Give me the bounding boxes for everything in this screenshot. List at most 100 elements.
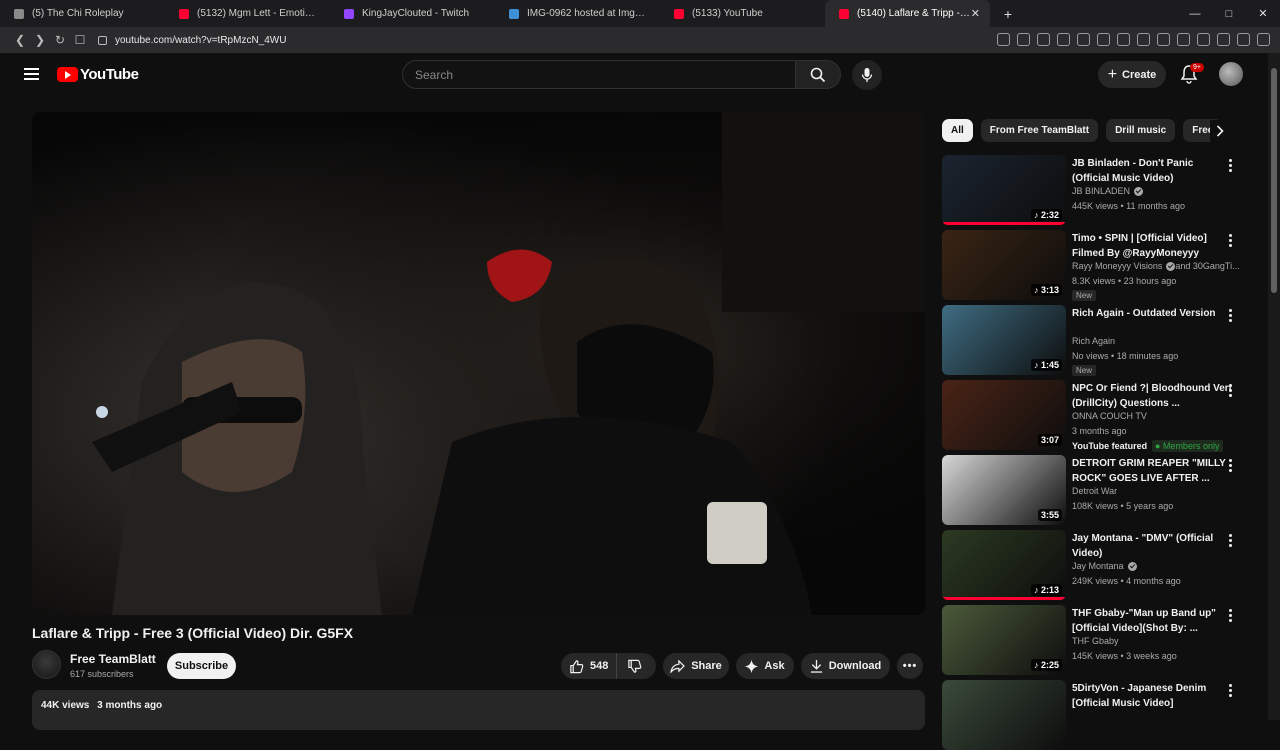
video-meta: No views • 18 minutes ago (1072, 351, 1179, 361)
dislike-button[interactable] (617, 659, 648, 674)
video-thumbnail[interactable]: 3:07 (942, 380, 1066, 450)
ask-button[interactable]: Ask (736, 653, 794, 679)
video-player[interactable] (32, 112, 925, 615)
browser-tab[interactable]: KingJayClouted - Twitch (330, 0, 495, 27)
more-vertical-icon[interactable] (1229, 684, 1233, 697)
recommended-channel[interactable]: Rich Again (1072, 336, 1115, 346)
recommended-video-title[interactable]: NPC Or Fiend ?| Bloodhound Vert (DrillCi… (1072, 381, 1232, 411)
vpn-icon[interactable] (1237, 33, 1250, 46)
channel-avatar[interactable] (32, 650, 61, 679)
scrollbar-thumb[interactable] (1271, 68, 1277, 293)
video-thumbnail[interactable]: ♪ 2:32 (942, 155, 1066, 225)
reload-icon[interactable]: ↻ (50, 33, 70, 47)
account-avatar[interactable] (1219, 62, 1243, 86)
more-vertical-icon[interactable] (1229, 159, 1233, 172)
cast-icon[interactable] (997, 33, 1010, 46)
recommended-channel[interactable]: Rayy Moneyyy Visions and 30GangTi... (1072, 261, 1240, 271)
minimize-icon[interactable]: — (1178, 8, 1212, 20)
filter-chip[interactable]: All (942, 119, 973, 142)
new-tab-icon[interactable]: + (998, 6, 1018, 22)
browser-tab[interactable]: (5133) YouTube (660, 0, 825, 27)
puzzle-icon[interactable] (1117, 33, 1130, 46)
like-button[interactable]: 548 (561, 653, 618, 679)
recommended-video-title[interactable]: Jay Montana - "DMV" (Official Video) (1072, 531, 1232, 561)
search-button[interactable] (795, 60, 841, 89)
url-field[interactable]: youtube.com/watch?v=tRpMzcN_4WU (98, 35, 286, 46)
create-button[interactable]: + Create (1098, 61, 1166, 88)
guide-menu-icon[interactable] (24, 68, 39, 80)
video-thumbnail[interactable]: ♪ 2:25 (942, 605, 1066, 675)
close-window-icon[interactable]: ✕ (1246, 7, 1280, 20)
video-thumbnail[interactable]: ♪ 3:13 (942, 230, 1066, 300)
voice-search-button[interactable] (852, 60, 882, 90)
more-vertical-icon[interactable] (1229, 309, 1233, 322)
channel-name[interactable]: Free TeamBlatt (70, 652, 156, 666)
sidebar-icon[interactable] (1177, 33, 1190, 46)
close-tab-icon[interactable]: ✕ (971, 7, 980, 20)
reader-icon[interactable] (1137, 33, 1150, 46)
recommended-video[interactable]: ♪ 3:13 Timo • SPIN | [Official Video] Fil… (942, 230, 1252, 301)
recommended-video[interactable]: ♪ 2:25 THF Gbaby-"Man up Band up" [Offici… (942, 605, 1252, 675)
recommended-video[interactable]: 3:55 DETROIT GRIM REAPER "MILLY ROCK" GOE… (942, 455, 1252, 525)
filter-chip[interactable]: Drill music (1106, 119, 1176, 142)
bookmark-icon[interactable]: ☐ (70, 33, 90, 47)
menu-icon[interactable] (1257, 33, 1270, 46)
more-actions-button[interactable]: ••• (897, 653, 923, 679)
recommended-video-title[interactable]: THF Gbaby-"Man up Band up" [Official Vid… (1072, 606, 1232, 636)
recommended-channel[interactable]: ONNA COUCH TV (1072, 411, 1147, 421)
url-text[interactable]: youtube.com/watch?v=tRpMzcN_4WU (115, 35, 286, 46)
recommended-video[interactable]: 3:07 NPC Or Fiend ?| Bloodhound Vert (Dri… (942, 380, 1252, 452)
browser-tab[interactable]: (5) The Chi Roleplay (0, 0, 165, 27)
browser-tab[interactable]: IMG-0962 hosted at ImgBB — ImgBB (495, 0, 660, 27)
search-box[interactable] (402, 60, 796, 89)
description-box[interactable]: 44K views 3 months ago (32, 690, 925, 730)
chips-next-button[interactable] (1210, 120, 1230, 142)
recommended-video-title[interactable]: Rich Again - Outdated Version (1072, 306, 1232, 321)
new-badge: New (1072, 365, 1097, 376)
browser-tab[interactable]: (5140) Laflare & Tripp - Free 3 (O✕ (825, 0, 990, 27)
recommended-video-title[interactable]: DETROIT GRIM REAPER "MILLY ROCK" GOES LI… (1072, 456, 1232, 486)
extension-icon[interactable] (1097, 33, 1110, 46)
rewards-icon[interactable] (1077, 33, 1090, 46)
more-vertical-icon[interactable] (1229, 534, 1233, 547)
page-scrollbar[interactable] (1268, 53, 1280, 720)
back-icon[interactable]: ❮ (10, 33, 30, 47)
youtube-logo[interactable]: YouTube (57, 66, 139, 83)
site-info-icon[interactable] (98, 35, 107, 45)
video-thumbnail[interactable] (942, 680, 1066, 750)
recommended-video[interactable]: ♪ 2:13 Jay Montana - "DMV" (Official Vide… (942, 530, 1252, 600)
more-vertical-icon[interactable] (1229, 459, 1233, 472)
recommended-channel[interactable]: JB BINLADEN (1072, 186, 1144, 196)
more-vertical-icon[interactable] (1229, 234, 1233, 247)
recommended-video[interactable]: 5DirtyVon - Japanese Denim [Official Mus… (942, 680, 1252, 750)
shield-icon[interactable] (1057, 33, 1070, 46)
tab-favicon-icon (14, 8, 24, 19)
subscribe-button[interactable]: Subscribe (167, 653, 236, 679)
share-page-icon[interactable] (1037, 33, 1050, 46)
recommended-channel[interactable]: THF Gbaby (1072, 636, 1119, 646)
filter-chip[interactable]: From Free TeamBlatt (980, 119, 1099, 142)
zoom-icon[interactable] (1017, 33, 1030, 46)
video-thumbnail[interactable]: 3:55 (942, 455, 1066, 525)
recommended-video-title[interactable]: JB Binladen - Don't Panic (Official Musi… (1072, 156, 1232, 186)
video-thumbnail[interactable]: ♪ 2:13 (942, 530, 1066, 600)
search-input[interactable] (403, 61, 795, 88)
wallet-icon[interactable] (1197, 33, 1210, 46)
forward-icon[interactable]: ❯ (30, 33, 50, 47)
more-vertical-icon[interactable] (1229, 384, 1233, 397)
recommended-video-title[interactable]: Timo • SPIN | [Official Video] Filmed By… (1072, 231, 1232, 261)
share-button[interactable]: Share (663, 653, 729, 679)
recommended-channel[interactable]: Detroit War (1072, 486, 1117, 496)
recommended-video[interactable]: ♪ 1:45 Rich Again - Outdated Version Rich … (942, 305, 1252, 376)
video-thumbnail[interactable]: ♪ 1:45 (942, 305, 1066, 375)
download-button[interactable]: Download (801, 653, 890, 679)
maximize-icon[interactable]: □ (1212, 8, 1246, 20)
channel-name-text: Rich Again (1072, 336, 1116, 346)
recommended-channel[interactable]: Jay Montana (1072, 561, 1137, 571)
browser-tab[interactable]: (5132) Mgm Lett - Emotional Suppo (165, 0, 330, 27)
leo-icon[interactable] (1217, 33, 1230, 46)
recommended-video[interactable]: ♪ 2:32 JB Binladen - Don't Panic (Officia… (942, 155, 1252, 225)
recommended-video-title[interactable]: 5DirtyVon - Japanese Denim [Official Mus… (1072, 681, 1232, 711)
music-icon[interactable] (1157, 33, 1170, 46)
more-vertical-icon[interactable] (1229, 609, 1233, 622)
